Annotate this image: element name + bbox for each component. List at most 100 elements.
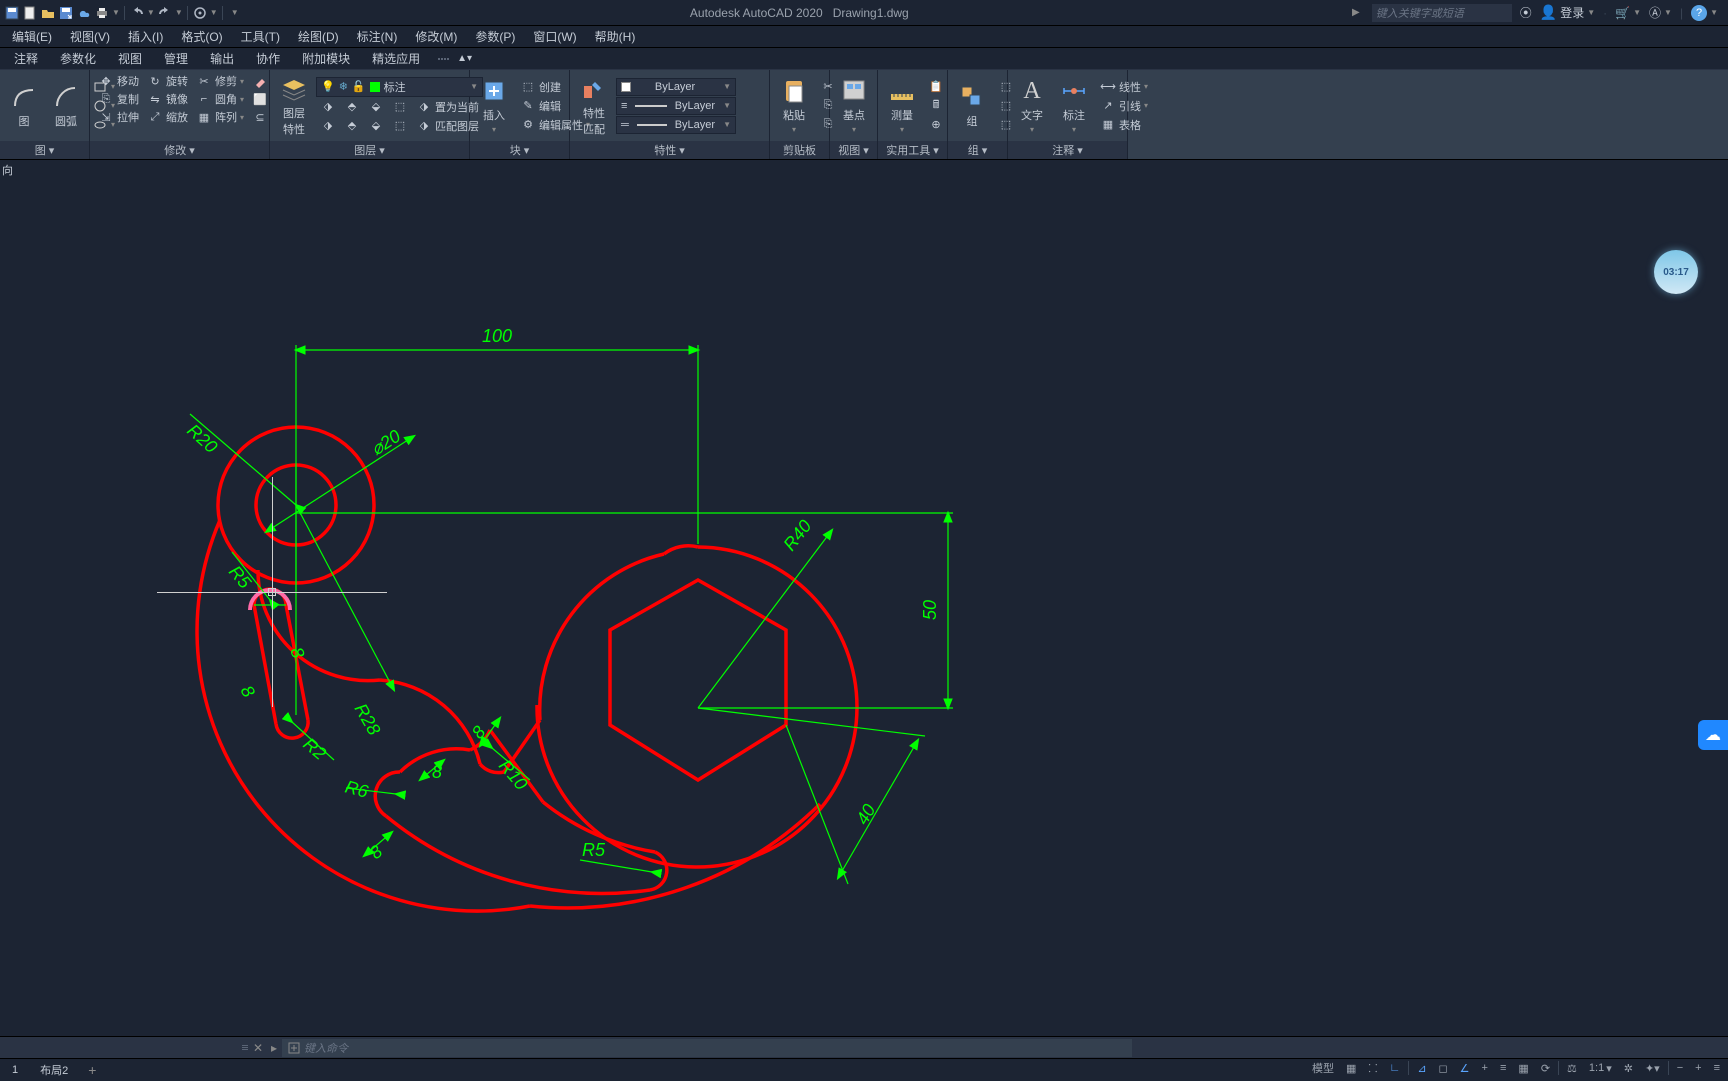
layer-dropdown[interactable]: 💡❄🔓 标注 ▼ xyxy=(316,77,483,97)
status-lwt-icon[interactable]: ≡ xyxy=(1496,1060,1510,1076)
cart-icon[interactable]: 🛒▼ xyxy=(1615,6,1641,20)
menu-window[interactable]: 窗口(W) xyxy=(525,26,584,47)
status-ws-icon[interactable]: ✦▾ xyxy=(1641,1060,1664,1077)
status-snap-icon[interactable]: ⸬ xyxy=(1364,1059,1381,1078)
menu-tools[interactable]: 工具(T) xyxy=(233,26,288,47)
menu-dimension[interactable]: 标注(N) xyxy=(349,26,406,47)
util-1[interactable]: 📋 xyxy=(924,78,948,96)
undo-icon[interactable] xyxy=(129,5,145,21)
workspace-icon[interactable] xyxy=(192,5,208,21)
command-handle[interactable] xyxy=(240,1043,250,1052)
save-icon[interactable] xyxy=(4,5,20,21)
block-insert-button[interactable]: 插入▾ xyxy=(474,75,514,136)
copy-button[interactable]: ⎘复制 xyxy=(94,90,143,108)
leader-button[interactable]: ↗引线▾ xyxy=(1096,97,1152,115)
status-osnap-icon[interactable]: ◻ xyxy=(1435,1060,1452,1077)
text-button[interactable]: A 文字▾ xyxy=(1012,75,1052,136)
layer-state-8[interactable]: ⬚ xyxy=(388,117,412,135)
mirror-button[interactable]: ⇋镜像 xyxy=(143,90,192,108)
layer-state-7[interactable]: ⬙ xyxy=(364,117,388,135)
group-button[interactable]: 组 xyxy=(952,81,992,131)
open-icon[interactable] xyxy=(40,5,56,21)
matchprop-button[interactable]: 特性匹配 xyxy=(574,73,614,139)
panel-modify-title[interactable]: 修改 ▾ xyxy=(90,141,269,159)
menu-draw[interactable]: 绘图(D) xyxy=(290,26,347,47)
status-otrack-icon[interactable]: ∠ xyxy=(1456,1060,1474,1077)
status-ortho-icon[interactable]: ∟ xyxy=(1386,1060,1405,1076)
saveas-icon[interactable] xyxy=(58,5,74,21)
search-input[interactable]: 键入关键字或短语 xyxy=(1372,4,1512,22)
panel-layer-title[interactable]: 图层 ▾ xyxy=(270,141,469,159)
util-2[interactable]: 🖩 xyxy=(924,97,948,115)
draw-arc-button[interactable]: 圆弧 xyxy=(46,81,86,131)
stretch-button[interactable]: ⇲拉伸 xyxy=(94,108,143,126)
panel-draw-title[interactable]: 图 ▾ xyxy=(0,141,89,159)
array-button[interactable]: ▦阵列▾ xyxy=(192,108,248,126)
status-gear-icon[interactable]: ✲ xyxy=(1620,1060,1637,1077)
command-input[interactable]: 键入命令 xyxy=(282,1039,1132,1057)
trim-button[interactable]: ✂修剪▾ xyxy=(192,72,248,90)
cloud-icon[interactable] xyxy=(76,5,92,21)
print-icon[interactable] xyxy=(94,5,110,21)
layer-state-1[interactable]: ⬗ xyxy=(316,98,340,116)
status-customize-icon[interactable]: ≡ xyxy=(1710,1060,1724,1076)
move-button[interactable]: ✥移动 xyxy=(94,72,143,90)
status-grid-icon[interactable]: ▦ xyxy=(1342,1060,1360,1077)
status-zoom-out-icon[interactable]: − xyxy=(1673,1060,1687,1076)
basepoint-button[interactable]: 基点▾ xyxy=(834,75,874,136)
layout-tab-1[interactable]: 1 xyxy=(2,1061,28,1079)
status-dyn-icon[interactable]: + xyxy=(1478,1060,1492,1076)
paste-button[interactable]: 粘贴▾ xyxy=(774,75,814,136)
print-dropdown-icon[interactable]: ▼ xyxy=(112,8,120,17)
status-model[interactable]: 模型 xyxy=(1308,1058,1338,1078)
ribbon-tab-manage[interactable]: 管理 xyxy=(154,47,198,70)
new-icon[interactable] xyxy=(22,5,38,21)
ribbon-tab-view[interactable]: 视图 xyxy=(108,47,152,70)
layer-state-3[interactable]: ⬙ xyxy=(364,98,388,116)
rotate-button[interactable]: ↻旋转 xyxy=(143,72,192,90)
measure-button[interactable]: 测量▾ xyxy=(882,75,922,136)
layer-state-6[interactable]: ⬘ xyxy=(340,117,364,135)
panel-utilities-title[interactable]: 实用工具 ▾ xyxy=(878,141,947,159)
layout-add-button[interactable]: + xyxy=(80,1059,104,1081)
table-button[interactable]: ▦表格 xyxy=(1096,116,1152,134)
panel-view-title[interactable]: 视图 ▾ xyxy=(830,141,877,159)
menu-view[interactable]: 视图(V) xyxy=(62,26,118,47)
command-close-icon[interactable]: ✕ xyxy=(250,1041,266,1055)
menu-edit[interactable]: 编辑(E) xyxy=(4,26,60,47)
menu-modify[interactable]: 修改(M) xyxy=(407,26,465,47)
cloud-side-button[interactable]: ☁ xyxy=(1698,720,1728,750)
draw-line-button[interactable]: 图 xyxy=(4,81,44,131)
qat-customize-icon[interactable]: ▼ xyxy=(227,8,243,17)
ribbon-tab-output[interactable]: 输出 xyxy=(200,47,244,70)
drawing-canvas[interactable]: 向 xyxy=(0,160,1728,1036)
help-icon[interactable]: ?▼ xyxy=(1691,5,1718,21)
status-annoscale-icon[interactable]: ⚖ xyxy=(1563,1060,1581,1077)
undo-dropdown-icon[interactable]: ▼ xyxy=(147,8,155,17)
panel-annotation-title[interactable]: 注释 ▾ xyxy=(1008,141,1127,159)
panel-group-title[interactable]: 组 ▾ xyxy=(948,141,1007,159)
login-button[interactable]: 👤登录▼ xyxy=(1540,4,1595,21)
ribbon-grip[interactable] xyxy=(438,58,449,60)
redo-icon[interactable] xyxy=(157,5,173,21)
offset-button[interactable]: ⊆ xyxy=(248,108,272,126)
menu-parametric[interactable]: 参数(P) xyxy=(467,26,523,47)
scale-button[interactable]: ⤢缩放 xyxy=(143,108,192,126)
erase-button[interactable] xyxy=(248,72,272,90)
layout-tab-2[interactable]: 布局2 xyxy=(30,1059,78,1081)
dimension-button[interactable]: 标注▾ xyxy=(1054,75,1094,136)
ribbon-tab-annotate[interactable]: 注释 xyxy=(4,47,48,70)
linetype-dropdown[interactable]: ═ ByLayer ▼ xyxy=(616,116,736,134)
ribbon-tab-addins[interactable]: 附加模块 xyxy=(292,47,360,70)
layer-state-4[interactable]: ⬚ xyxy=(388,98,412,116)
menu-help[interactable]: 帮助(H) xyxy=(587,26,644,47)
ribbon-tab-collaborate[interactable]: 协作 xyxy=(246,47,290,70)
panel-block-title[interactable]: 块 ▾ xyxy=(470,141,569,159)
fillet-button[interactable]: ⌐圆角▾ xyxy=(192,90,248,108)
explode-button[interactable]: ⬜ xyxy=(248,90,272,108)
layer-properties-button[interactable]: 图层特性 xyxy=(274,73,314,139)
status-cycle-icon[interactable]: ⟳ xyxy=(1537,1060,1554,1077)
util-3[interactable]: ⊕ xyxy=(924,116,948,134)
infocenter-icon[interactable]: ⦿ xyxy=(1520,4,1532,21)
exchange-icon[interactable]: Ⓐ▼ xyxy=(1649,4,1672,21)
